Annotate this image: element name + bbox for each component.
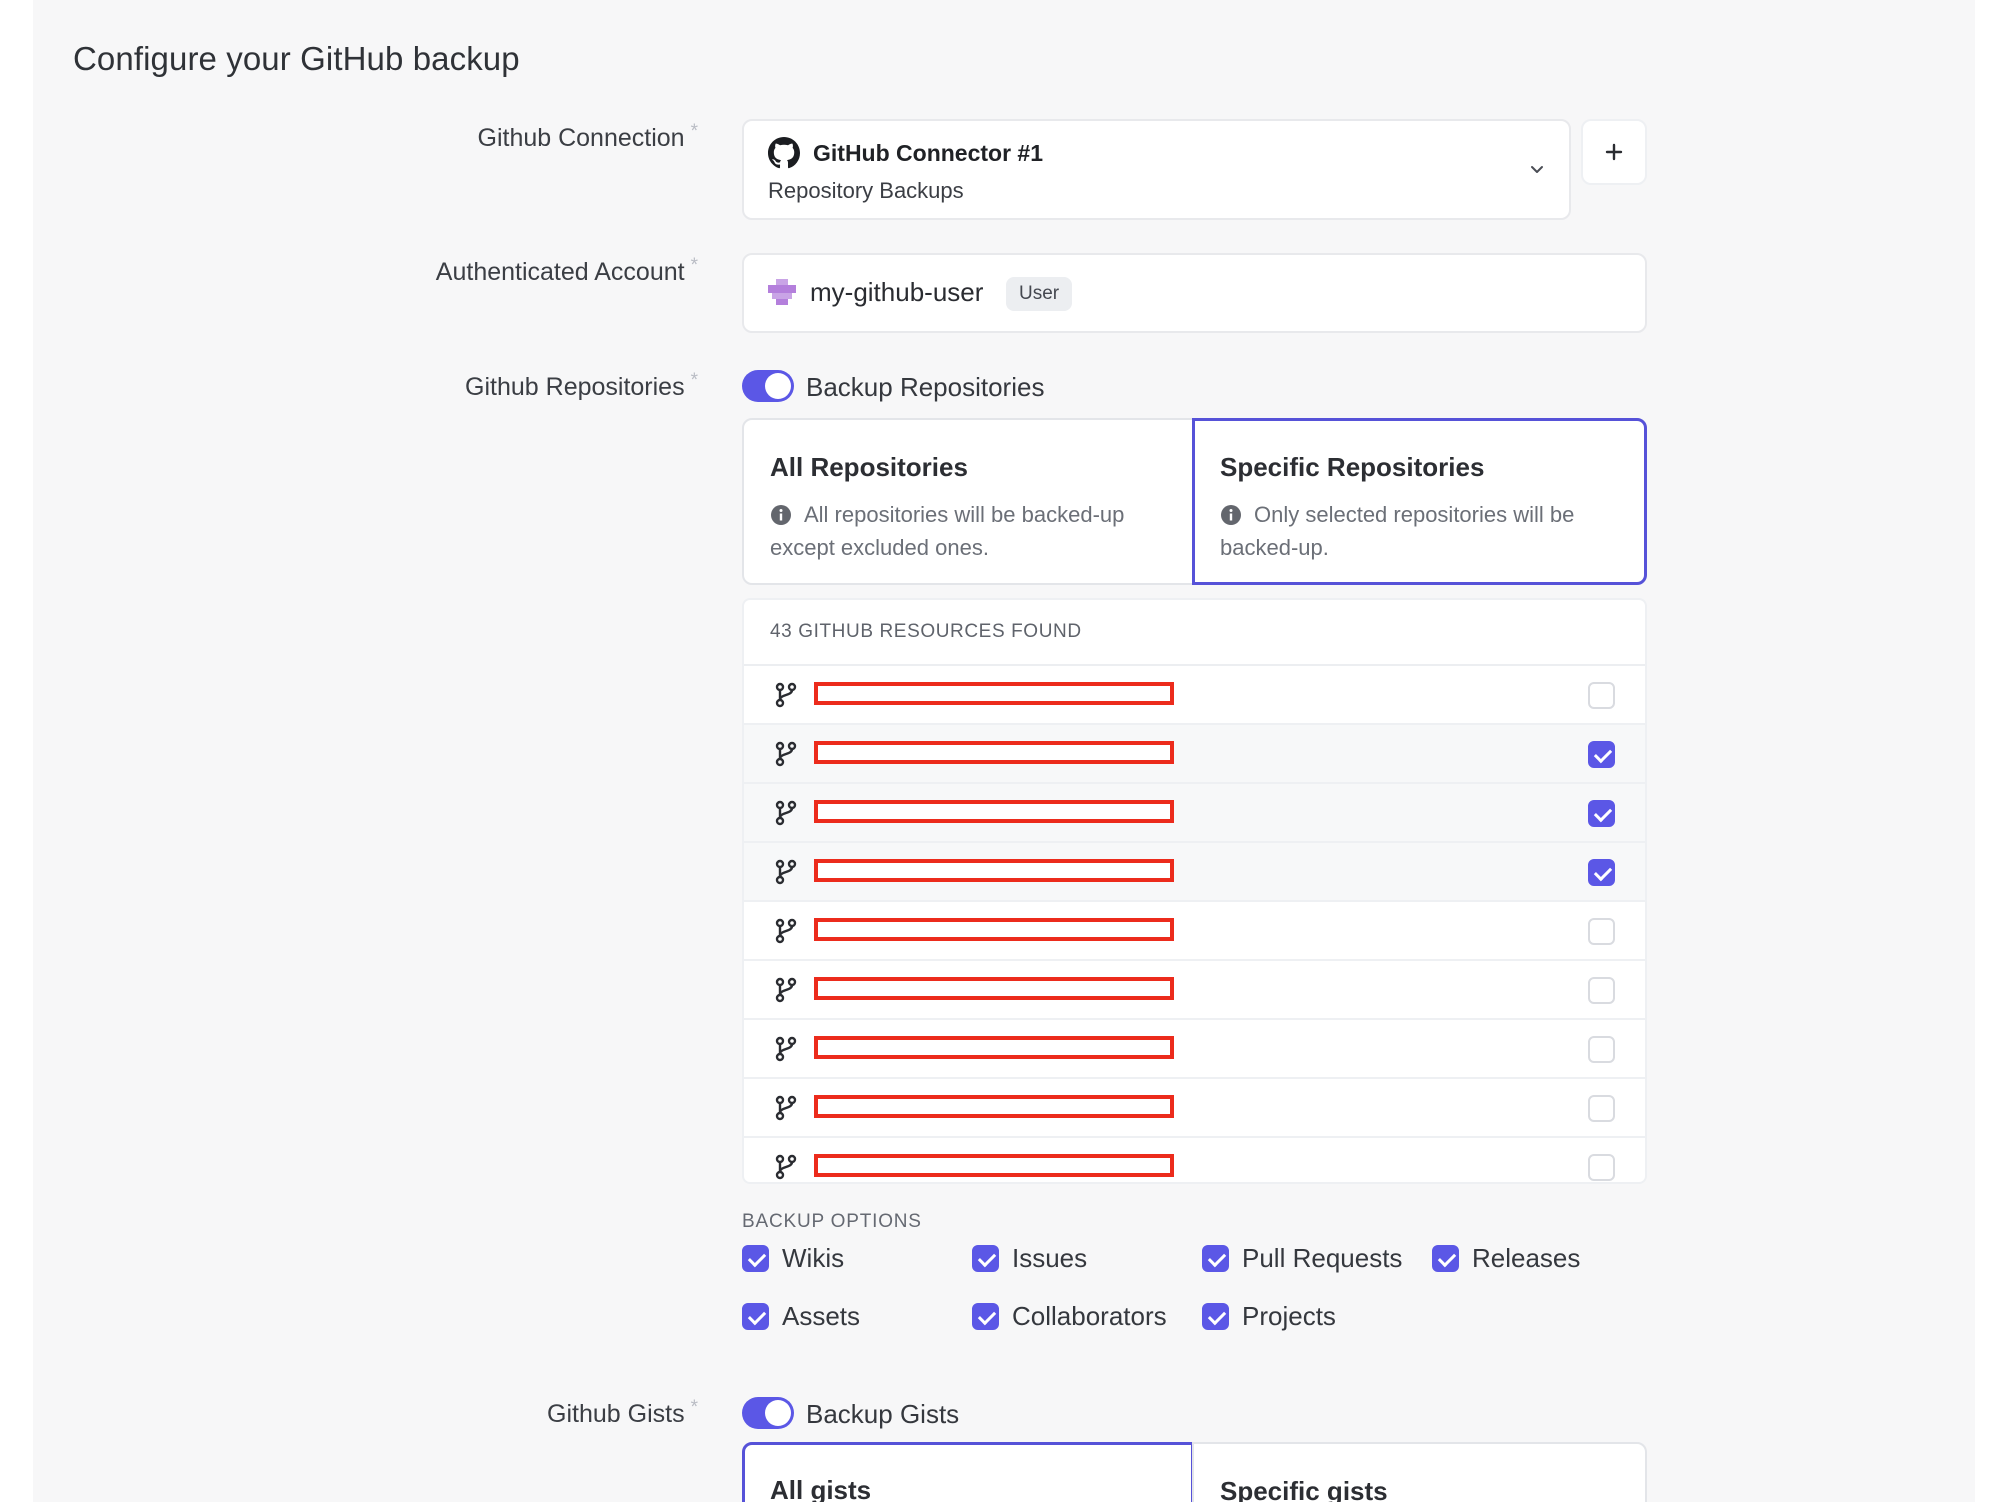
option-checkbox[interactable] [1202, 1303, 1229, 1330]
option-label: Assets [782, 1301, 861, 1331]
backup-option-releases[interactable]: Releases [1432, 1243, 1652, 1275]
table-row[interactable]: [redacted] [744, 843, 1645, 902]
connection-name: GitHub Connector #1 [813, 140, 1044, 166]
repository-checkbox[interactable] [1588, 682, 1615, 709]
required-mark: * [690, 121, 698, 142]
avatar [768, 279, 796, 305]
option-checkbox[interactable] [742, 1303, 769, 1330]
connection-subtitle: Repository Backups [768, 178, 964, 203]
table-row[interactable]: [redacted] [744, 1079, 1645, 1138]
page-title: Configure your GitHub backup [73, 40, 520, 77]
option-checkbox[interactable] [742, 1245, 769, 1272]
option-checkbox[interactable] [972, 1245, 999, 1272]
specific-repositories-description: Only selected repositories will be backe… [1220, 502, 1575, 560]
backup-option-projects[interactable]: Projects [1202, 1301, 1422, 1333]
backup-repositories-toggle-label: Backup Repositories [806, 372, 1045, 402]
table-row[interactable]: [redacted] [744, 902, 1645, 961]
option-label: Projects [1242, 1301, 1336, 1331]
redacted-repository-name: [redacted] [814, 1095, 1174, 1118]
backup-option-pull-requests[interactable]: Pull Requests [1202, 1243, 1422, 1275]
table-row[interactable]: [redacted] [744, 1138, 1645, 1182]
repository-branch-icon [774, 977, 798, 1003]
all-repositories-title: All Repositories [770, 452, 968, 482]
repository-branch-icon [774, 1036, 798, 1062]
repository-checkbox[interactable] [1588, 800, 1615, 827]
backup-gists-toggle[interactable] [742, 1397, 794, 1429]
required-mark: * [690, 255, 698, 276]
resources-found-count: 43 GITHUB RESOURCES FOUND [744, 600, 1645, 666]
repository-checkbox[interactable] [1588, 1095, 1615, 1122]
add-connection-button[interactable] [1581, 119, 1647, 185]
github-connection-select[interactable]: GitHub Connector #1 Repository Backups [742, 119, 1571, 220]
repository-list[interactable]: 43 GITHUB RESOURCES FOUND [redacted][red… [742, 598, 1647, 1184]
authenticated-account-label: Authenticated Account * [435, 255, 698, 286]
redacted-repository-name: [redacted] [814, 1036, 1174, 1059]
account-username: my-github-user [810, 277, 984, 307]
backup-gists-toggle-label: Backup Gists [806, 1399, 960, 1429]
table-row[interactable]: [redacted] [744, 1020, 1645, 1079]
github-repositories-label: Github Repositories * [465, 370, 698, 401]
specific-repositories-option[interactable]: Specific Repositories Only selected repo… [1192, 418, 1647, 585]
authenticated-account-field: my-github-user User [742, 253, 1647, 333]
repository-branch-icon [774, 682, 798, 708]
all-gists-title: All gists [770, 1475, 872, 1502]
repository-branch-icon [774, 741, 798, 767]
account-type-badge: User [1006, 277, 1073, 311]
plus-icon [1605, 143, 1623, 161]
repository-checkbox[interactable] [1588, 977, 1615, 1004]
repository-checkbox[interactable] [1588, 741, 1615, 768]
option-label: Pull Requests [1242, 1243, 1403, 1273]
specific-repositories-title: Specific Repositories [1220, 452, 1485, 482]
all-repositories-option[interactable]: All Repositories All repositories will b… [742, 418, 1194, 585]
option-checkbox[interactable] [1432, 1245, 1459, 1272]
repository-branch-icon [774, 918, 798, 944]
all-gists-option[interactable]: All gists [742, 1442, 1194, 1502]
option-checkbox[interactable] [1202, 1245, 1229, 1272]
required-mark: * [690, 1397, 698, 1418]
table-row[interactable]: [redacted] [744, 666, 1645, 725]
redacted-repository-name: [redacted] [814, 741, 1174, 764]
option-label: Issues [1012, 1243, 1088, 1273]
redacted-repository-name: [redacted] [814, 682, 1174, 705]
specific-gists-option[interactable]: Specific gists [1192, 1442, 1647, 1502]
table-row[interactable]: [redacted] [744, 725, 1645, 784]
github-connection-label: Github Connection * [477, 121, 699, 152]
repository-branch-icon [774, 1154, 798, 1180]
backup-options-heading: BACKUP OPTIONS [742, 1211, 922, 1232]
backup-option-assets[interactable]: Assets [742, 1301, 962, 1333]
github-icon [768, 137, 800, 169]
repository-rows: [redacted] [redacted] [redacted] [redacted]… [744, 666, 1645, 1182]
repository-checkbox[interactable] [1588, 1154, 1615, 1181]
redacted-repository-name: [redacted] [814, 1154, 1174, 1177]
chevron-down-icon [1531, 166, 1543, 173]
specific-gists-title: Specific gists [1220, 1476, 1388, 1502]
option-checkbox[interactable] [972, 1303, 999, 1330]
redacted-repository-name: [redacted] [814, 918, 1174, 941]
repository-checkbox[interactable] [1588, 918, 1615, 945]
github-gists-label: Github Gists * [547, 1397, 698, 1428]
repository-branch-icon [774, 859, 798, 885]
redacted-repository-name: [redacted] [814, 800, 1174, 823]
redacted-repository-name: [redacted] [814, 859, 1174, 882]
backup-option-wikis[interactable]: Wikis [742, 1243, 962, 1275]
table-row[interactable]: [redacted] [744, 784, 1645, 843]
repository-branch-icon [774, 1095, 798, 1121]
required-mark: * [690, 370, 698, 391]
backup-option-issues[interactable]: Issues [972, 1243, 1192, 1275]
repository-branch-icon [774, 800, 798, 826]
repository-checkbox[interactable] [1588, 859, 1615, 886]
all-repositories-description: All repositories will be backed-up excep… [770, 502, 1125, 560]
backup-option-collaborators[interactable]: Collaborators [972, 1301, 1192, 1333]
redacted-repository-name: [redacted] [814, 977, 1174, 1000]
backup-repositories-toggle[interactable] [742, 370, 794, 402]
option-label: Wikis [782, 1243, 845, 1273]
table-row[interactable]: [redacted] [744, 961, 1645, 1020]
option-label: Collaborators [1012, 1301, 1167, 1331]
repository-checkbox[interactable] [1588, 1036, 1615, 1063]
option-label: Releases [1472, 1243, 1581, 1273]
